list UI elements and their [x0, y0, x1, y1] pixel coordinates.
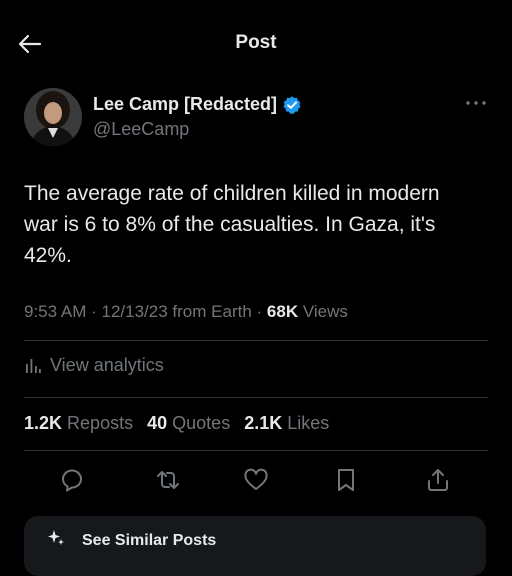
- similar-posts-card[interactable]: See Similar Posts: [24, 516, 486, 576]
- top-bar: Post: [0, 0, 512, 76]
- meta-separator: ·: [256, 302, 267, 321]
- author-name[interactable]: Lee Camp [Redacted]: [93, 94, 302, 115]
- avatar[interactable]: [24, 88, 82, 146]
- repost-icon: [157, 471, 179, 489]
- bookmark-icon: [338, 469, 354, 491]
- profile-photo: [24, 88, 82, 146]
- more-options-button[interactable]: [464, 96, 488, 110]
- quotes-label: Quotes: [172, 413, 231, 433]
- views-label: Views: [302, 302, 348, 321]
- divider: [24, 340, 488, 341]
- meta-separator: ·: [91, 302, 102, 321]
- bookmark-button[interactable]: [332, 466, 360, 494]
- reposts-count: 1.2K: [24, 413, 63, 433]
- view-analytics-label: View analytics: [50, 355, 164, 375]
- reply-icon: [62, 469, 82, 492]
- tweet-text: The average rate of children killed in m…: [24, 182, 440, 267]
- share-button[interactable]: [424, 466, 452, 494]
- quotes-stat[interactable]: 40 Quotes: [147, 413, 230, 433]
- views-count: 68K: [266, 302, 299, 321]
- analytics-icon: [26, 358, 41, 373]
- page-title: Post: [235, 32, 277, 53]
- reply-button[interactable]: [58, 466, 86, 494]
- tweet-time[interactable]: 9:53 AM: [24, 302, 86, 321]
- more-dots-icon: [466, 101, 486, 105]
- author-handle[interactable]: @LeeCamp: [93, 119, 189, 140]
- verified-badge-icon: [283, 95, 301, 114]
- tweet-date[interactable]: 12/13/23: [102, 302, 168, 321]
- likes-label: Likes: [287, 413, 330, 433]
- divider: [24, 450, 488, 451]
- like-button[interactable]: [242, 466, 270, 494]
- sparkle-icon: [48, 530, 64, 545]
- tweet-source: from Earth: [172, 302, 252, 321]
- tweet-meta: 9:53 AM · 12/13/23 from Earth · 68K View…: [24, 302, 348, 322]
- author-name-text: Lee Camp [Redacted]: [93, 94, 278, 114]
- divider: [24, 397, 488, 398]
- engagement-stats: 1.2K Reposts 40 Quotes 2.1K Likes: [24, 413, 338, 434]
- reposts-stat[interactable]: 1.2K Reposts: [24, 413, 133, 433]
- quotes-count: 40: [147, 413, 168, 433]
- reposts-label: Reposts: [67, 413, 134, 433]
- like-icon: [244, 468, 268, 490]
- view-analytics-link[interactable]: View analytics: [24, 355, 164, 376]
- repost-button[interactable]: [154, 466, 182, 494]
- likes-count: 2.1K: [244, 413, 283, 433]
- share-icon: [428, 469, 448, 491]
- likes-stat[interactable]: 2.1K Likes: [244, 413, 329, 433]
- similar-posts-label: See Similar Posts: [82, 532, 217, 549]
